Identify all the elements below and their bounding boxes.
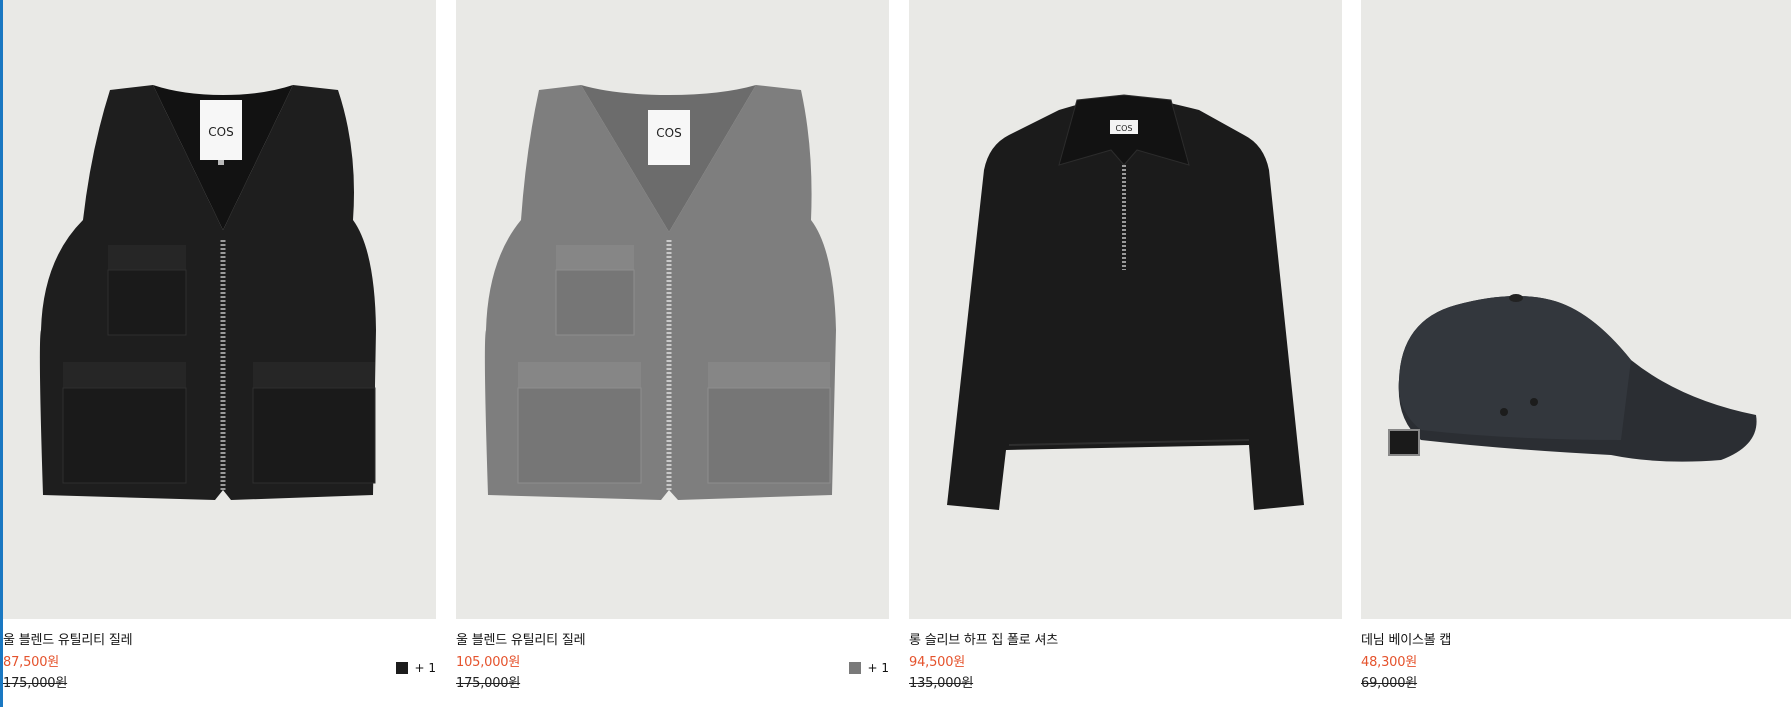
product-image[interactable]: COS: [909, 0, 1342, 619]
color-swatch-black[interactable]: [396, 662, 409, 674]
product-card[interactable]: COS 롱 슬리브 하프 집 폴로 셔츠 94,500원 135,000원: [909, 0, 1342, 707]
product-name[interactable]: 데님 베이스볼 캡: [1361, 629, 1451, 648]
product-card[interactable]: 데님 베이스볼 캡 48,300원 69,000원: [1361, 0, 1791, 707]
product-info: 롱 슬리브 하프 집 폴로 셔츠 94,500원 135,000원: [909, 619, 1342, 707]
svg-text:COS: COS: [1116, 124, 1133, 133]
sale-price: 87,500원: [3, 655, 60, 670]
product-info: 데님 베이스볼 캡 48,300원 69,000원: [1361, 619, 1791, 707]
product-grid: COS 울 블렌드 유틸리티 질레 87,500원 175,000원 + 1 C…: [3, 0, 1791, 707]
product-name[interactable]: 울 블렌드 유틸리티 질레: [456, 629, 586, 648]
product-image[interactable]: [1361, 0, 1791, 619]
black-utility-vest-image: COS: [39, 85, 376, 500]
black-half-zip-polo-image: COS: [947, 94, 1304, 510]
denim-baseball-cap-image: [1388, 294, 1757, 462]
svg-text:COS: COS: [656, 126, 681, 140]
product-info: 울 블렌드 유틸리티 질레 87,500원 175,000원 + 1: [3, 619, 436, 707]
sale-price: 105,000원: [456, 655, 521, 670]
color-swatches: + 1: [396, 661, 436, 675]
svg-text:COS: COS: [208, 125, 233, 139]
more-colors-count[interactable]: + 1: [414, 661, 436, 675]
product-info: 울 블렌드 유틸리티 질레 105,000원 175,000원 + 1: [456, 619, 889, 707]
color-swatch-grey[interactable]: [849, 662, 862, 674]
original-price: 69,000원: [1361, 676, 1418, 691]
product-image[interactable]: COS: [456, 0, 889, 619]
product-name[interactable]: 롱 슬리브 하프 집 폴로 셔츠: [909, 629, 1058, 648]
more-colors-count[interactable]: + 1: [867, 661, 889, 675]
color-swatches: + 1: [849, 661, 889, 675]
grey-utility-vest-image: COS: [484, 85, 836, 500]
product-image[interactable]: COS: [3, 0, 436, 619]
sale-price: 48,300원: [1361, 655, 1418, 670]
product-card[interactable]: COS 울 블렌드 유틸리티 질레 87,500원 175,000원 + 1: [3, 0, 436, 707]
original-price: 175,000원: [456, 676, 521, 691]
product-name[interactable]: 울 블렌드 유틸리티 질레: [3, 629, 133, 648]
original-price: 175,000원: [3, 676, 68, 691]
sale-price: 94,500원: [909, 655, 966, 670]
product-card[interactable]: COS 울 블렌드 유틸리티 질레 105,000원 175,000원 + 1: [456, 0, 889, 707]
original-price: 135,000원: [909, 676, 974, 691]
